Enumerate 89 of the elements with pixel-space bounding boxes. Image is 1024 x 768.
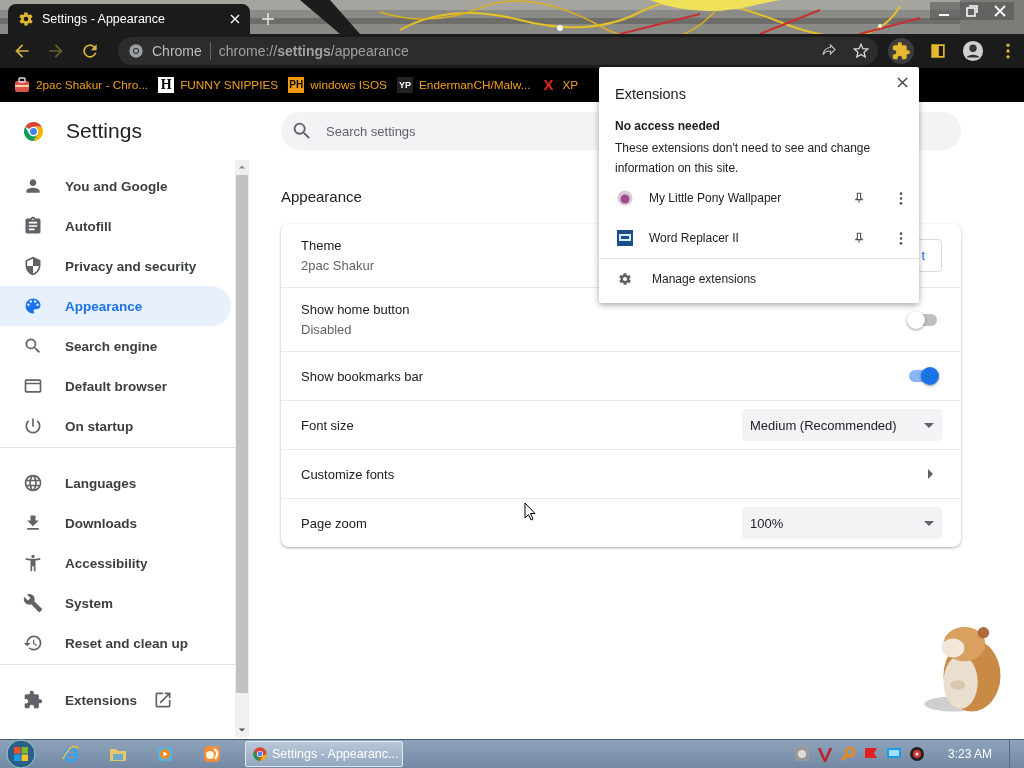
bookmark-item[interactable]: 2pac Shakur - Chro... [14,77,149,93]
setting-label: Page zoom [301,515,367,531]
bookmark-item[interactable]: X XP [540,77,579,93]
accessibility-icon [23,553,43,573]
description: These extensions don't need to see and change information on this site. [614,140,872,177]
profile-avatar-icon[interactable] [962,40,984,62]
caret-icon [924,520,934,526]
sidebar-item[interactable]: You and Google [0,166,231,206]
bookmark-item[interactable]: YP EndermanCH/Malw... [396,77,531,93]
sidebar-item[interactable]: Extensions [0,680,231,720]
section-heading: Appearance [281,188,362,205]
round-badge-icon [617,190,633,206]
setting-label: Theme [301,238,342,253]
address-bar[interactable]: Chrome chrome://settings/appearance [118,37,878,65]
extension-name[interactable]: My Little Pony Wallpaper [649,191,839,205]
new-tab-icon[interactable] [262,13,274,25]
setting-label: Customize fonts [301,466,395,482]
site-initials: X [542,77,555,93]
dropdown[interactable]: 100% [742,507,942,539]
toggle-switch[interactable] [909,313,937,326]
search-icon [291,120,313,142]
settings-icon [618,272,632,286]
wrench-icon [23,593,43,613]
sidebar-item[interactable]: Search engine [0,326,231,366]
sidebar-item[interactable]: Privacy and security [0,246,231,286]
setting-label: Show bookmarks bar [301,368,424,384]
speaker-icon[interactable] [908,746,925,762]
dropdown[interactable]: Medium (Recommended) [742,409,942,441]
chrome-logo-icon [128,43,144,59]
star-icon[interactable] [852,42,870,60]
globe-icon [23,473,43,493]
clipboard-icon [23,216,43,236]
sidebar-item[interactable]: Reset and clean up [0,623,231,663]
sidebar-item[interactable]: On startup [0,406,231,446]
site-initials: PH [288,77,305,93]
url-text: chrome://settings/appearance [218,43,409,59]
close-icon[interactable] [897,77,908,88]
tile-icon [617,230,633,246]
caret-icon [924,422,934,428]
bookmark-item[interactable]: H FUNNY SNIPPIES [158,77,279,93]
setting-label: Show home button [301,302,410,317]
browser-tab[interactable]: Settings - Appearance [8,4,250,34]
page-title: Settings [66,119,142,143]
sidebar-item[interactable]: Default browser [0,366,231,406]
scrollbar[interactable] [235,160,249,737]
scroll-up-icon[interactable] [238,164,246,170]
manage-extensions-item[interactable]: Manage extensions [599,258,919,299]
scroll-down-icon[interactable] [238,727,246,733]
bookmark-item[interactable]: PH windows ISOS [288,77,387,93]
chrome-logo-icon [22,119,45,143]
gear-icon [18,11,34,27]
section-title: No access needed [614,118,721,133]
bag-icon [14,77,30,93]
search-icon [23,336,43,356]
start-button[interactable] [6,739,36,768]
power-icon [23,416,43,436]
more-options-icon[interactable] [899,191,903,205]
browser-window-icon [23,376,43,396]
more-options-icon[interactable] [899,231,903,245]
site-initials: H [158,77,175,93]
mouse-pointer-icon [524,502,536,521]
sidebar-item[interactable]: Languages [0,463,231,503]
puzzle-icon [23,690,43,710]
toggle-switch[interactable] [909,370,937,382]
extension-name[interactable]: Word Replacer II [649,231,839,245]
sidebar-item[interactable]: Autofill [0,206,231,246]
restore-icon[interactable] [966,5,978,17]
side-panel-icon[interactable] [928,41,948,61]
sidebar-item[interactable]: Downloads [0,503,231,543]
sidebar-item[interactable]: System [0,583,231,623]
setting-value: 2pac Shakur [301,258,374,273]
setting-label: Font size [301,417,354,433]
pin-icon[interactable] [855,192,863,204]
sidebar-item[interactable]: Appearance [0,286,231,326]
sidebar-item[interactable]: Accessibility [0,543,231,583]
clock: 3:23 AM [947,747,992,761]
reload-icon[interactable] [80,41,100,61]
puzzle-icon[interactable] [888,38,914,64]
pin-icon[interactable] [855,232,863,244]
chevron-right-icon[interactable] [928,469,933,479]
site-label: Chrome [152,43,202,59]
history-icon [23,633,43,653]
palette-icon [23,296,43,316]
setting-value: Disabled [301,322,352,337]
shield-icon [23,256,43,276]
popup-title: Extensions [615,86,686,102]
site-initials: YP [396,77,413,93]
tab-title: Settings - Appearance [42,12,166,26]
chrome-logo-icon [252,746,268,762]
